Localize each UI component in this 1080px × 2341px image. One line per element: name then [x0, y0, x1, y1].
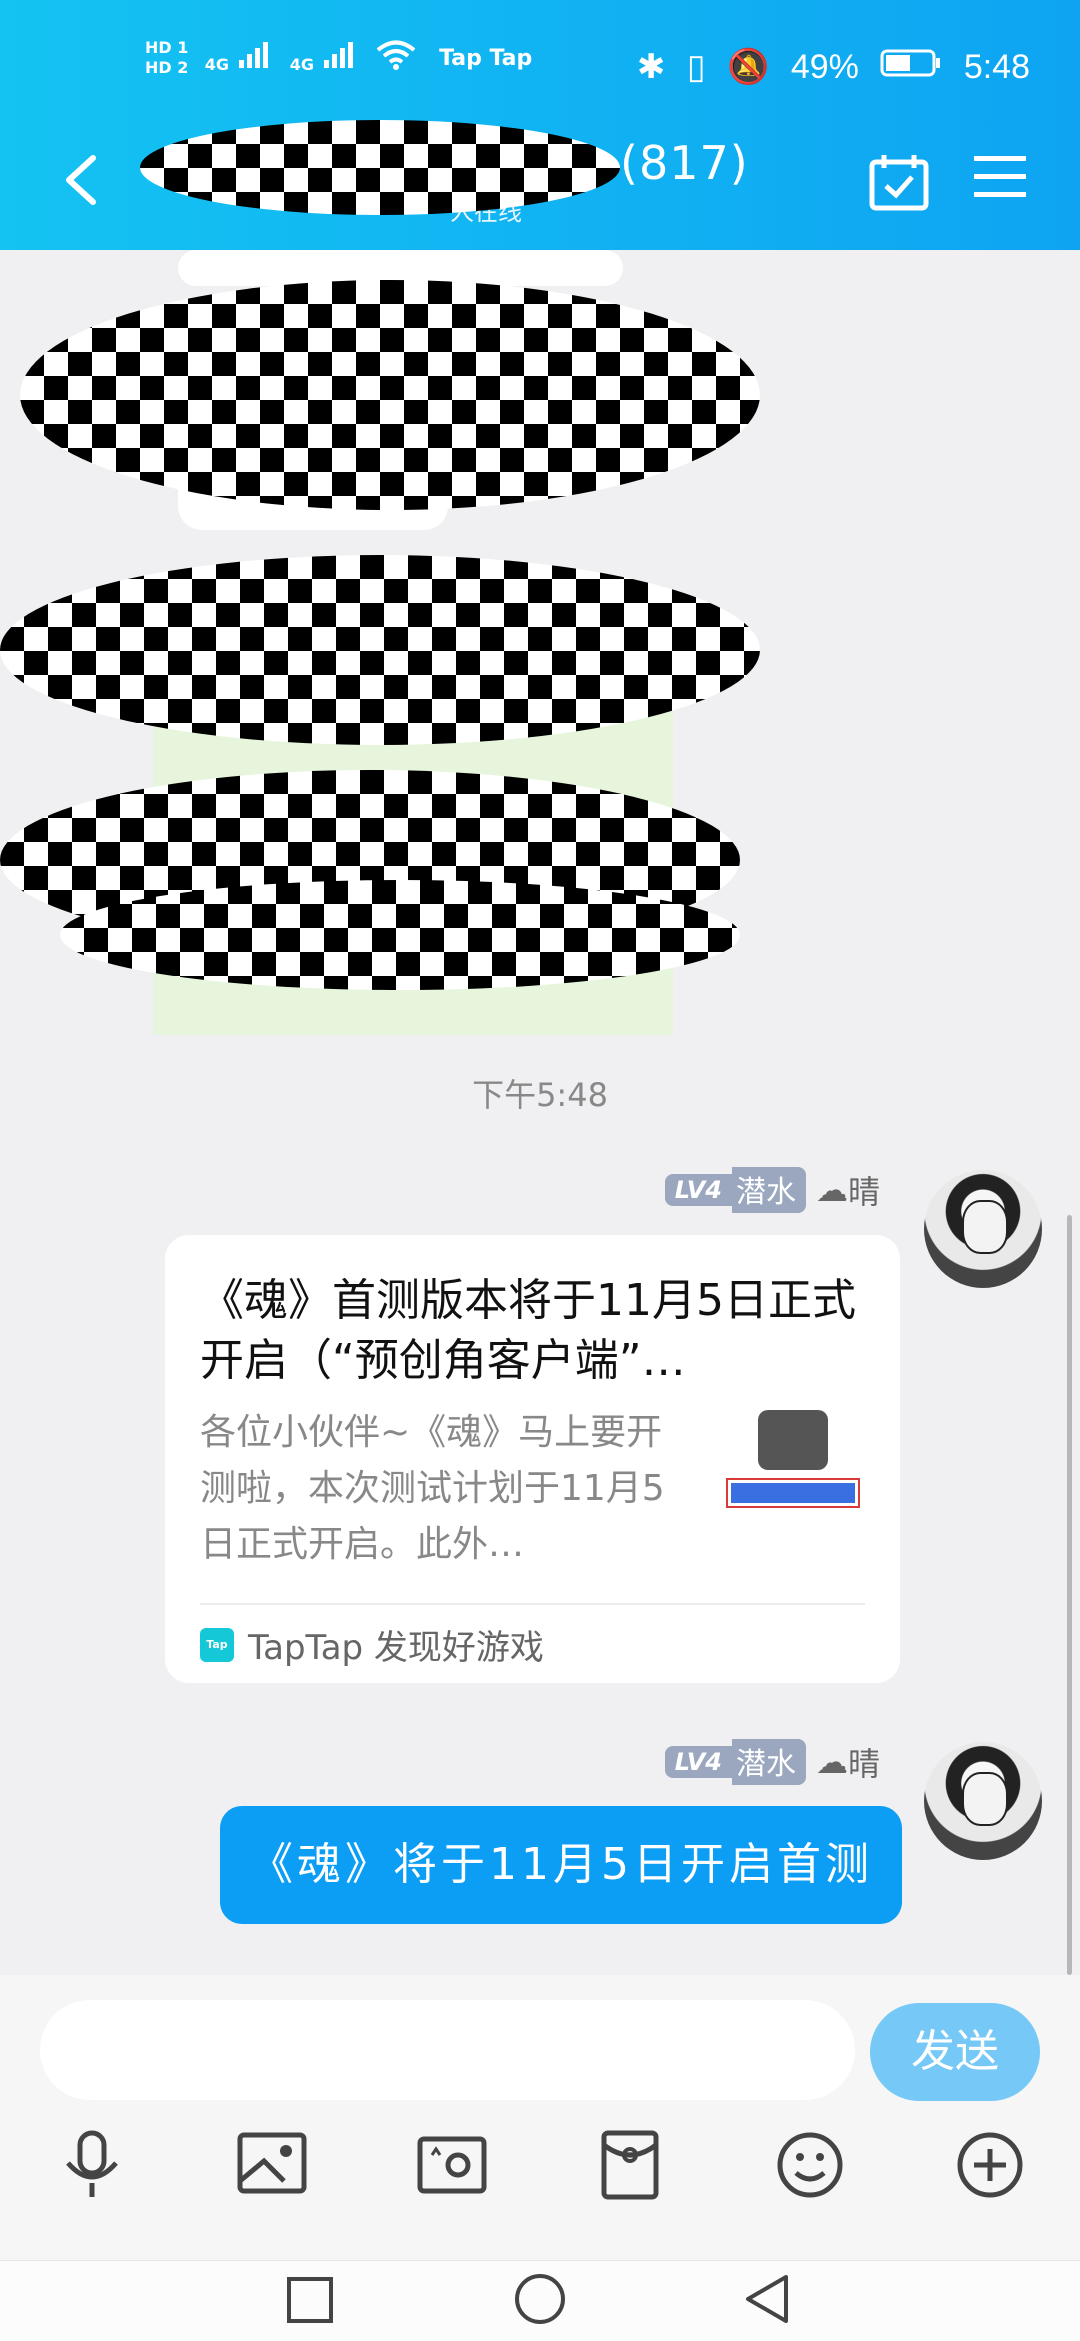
net1-label: 4G	[204, 55, 229, 74]
thumbnail-button	[725, 1478, 860, 1508]
vibrate-icon: ▯	[686, 48, 706, 87]
scrollbar[interactable]	[1067, 1215, 1072, 1975]
message-bubble[interactable]: 《魂》将于11月5日开启首测	[220, 1806, 902, 1924]
redaction-scribble	[60, 880, 740, 990]
redaction-scribble	[20, 280, 760, 510]
card-source-label: TapTap 发现好游戏	[248, 1628, 544, 1668]
camera-icon[interactable]	[412, 2125, 492, 2205]
weather-icon: ☁	[815, 1171, 848, 1209]
recents-button[interactable]	[285, 2271, 335, 2331]
status-bar: HD 1 HD 2 4G 4G Tap Tap ✱ ▯ 🔕 49% 5:48	[0, 38, 1080, 98]
level-badge: LV4	[664, 1174, 732, 1206]
avatar-face	[962, 1200, 1008, 1254]
net2-label: 4G	[289, 55, 314, 74]
redaction-scribble	[140, 120, 620, 215]
emoji-icon[interactable]	[770, 2125, 850, 2205]
mood-label: 晴	[847, 1173, 880, 1211]
composer-toolbar	[0, 2125, 1080, 2235]
menu-icon[interactable]	[972, 152, 1028, 206]
avatar[interactable]	[924, 1170, 1042, 1288]
member-count: (817)	[620, 136, 749, 190]
mood-label: 晴	[847, 1745, 880, 1783]
system-nav-bar	[0, 2260, 1080, 2341]
sender-meta: LV4 潜水 ☁ 晴	[664, 1739, 880, 1785]
avatar-face	[962, 1772, 1008, 1826]
hd-indicators: HD 1 HD 2	[145, 38, 188, 78]
rank-badge: 潜水	[731, 1739, 806, 1785]
image-icon[interactable]	[232, 2125, 312, 2205]
avatar[interactable]	[924, 1742, 1042, 1860]
sender-meta: LV4 潜水 ☁ 晴	[664, 1167, 880, 1213]
battery-icon	[880, 48, 951, 86]
card-description: 各位小伙伴~《魂》马上要开测啦，本次测试计划于11月5日正式开启。此外…	[200, 1412, 665, 1565]
microphone-icon[interactable]	[52, 2125, 132, 2205]
wifi-icon	[375, 39, 417, 77]
calendar-check-icon[interactable]	[868, 152, 930, 216]
bluetooth-icon: ✱	[636, 48, 666, 87]
red-packet-icon[interactable]	[590, 2125, 670, 2205]
plus-icon[interactable]	[950, 2125, 1030, 2205]
clock: 5:48	[963, 47, 1030, 86]
weather-icon: ☁	[815, 1743, 848, 1781]
status-left: HD 1 HD 2 4G 4G Tap Tap	[145, 38, 532, 78]
hd2-label: HD 2	[145, 58, 189, 77]
game-logo-icon	[757, 1410, 828, 1470]
top-bar: HD 1 HD 2 4G 4G Tap Tap ✱ ▯ 🔕 49% 5:48 (…	[0, 0, 1080, 250]
battery-percent: 49%	[790, 47, 859, 86]
status-right: ✱ ▯ 🔕 49% 5:48	[625, 46, 1030, 87]
send-button[interactable]: 发送	[870, 2003, 1040, 2101]
link-card[interactable]: 《魂》首测版本将于11月5日正式开启（“预创角客户端”… 各位小伙伴~《魂》马上…	[165, 1235, 900, 1683]
hd1-label: HD 1	[145, 38, 189, 57]
message-timestamp: 下午5:48	[472, 1076, 608, 1114]
signal2-icon: 4G	[290, 40, 359, 76]
redaction-scribble	[0, 555, 760, 745]
back-nav-button[interactable]	[742, 2271, 792, 2331]
carrier-label: Tap Tap	[439, 45, 533, 71]
mute-icon: 🔕	[727, 48, 770, 87]
level-badge: LV4	[664, 1746, 732, 1778]
signal1-icon: 4G	[205, 40, 274, 76]
rank-badge: 潜水	[731, 1167, 806, 1213]
card-thumbnail	[715, 1410, 870, 1560]
home-button[interactable]	[512, 2271, 568, 2331]
card-source: Tap TapTap 发现好游戏	[200, 1620, 544, 1669]
composer: 发送	[0, 1975, 1080, 2260]
back-button[interactable]	[55, 150, 115, 210]
taptap-icon: Tap	[200, 1627, 234, 1662]
card-divider	[200, 1603, 865, 1605]
card-title: 《魂》首测版本将于11月5日正式开启（“预创角客户端”…	[200, 1275, 856, 1386]
message-input[interactable]	[40, 2000, 855, 2100]
